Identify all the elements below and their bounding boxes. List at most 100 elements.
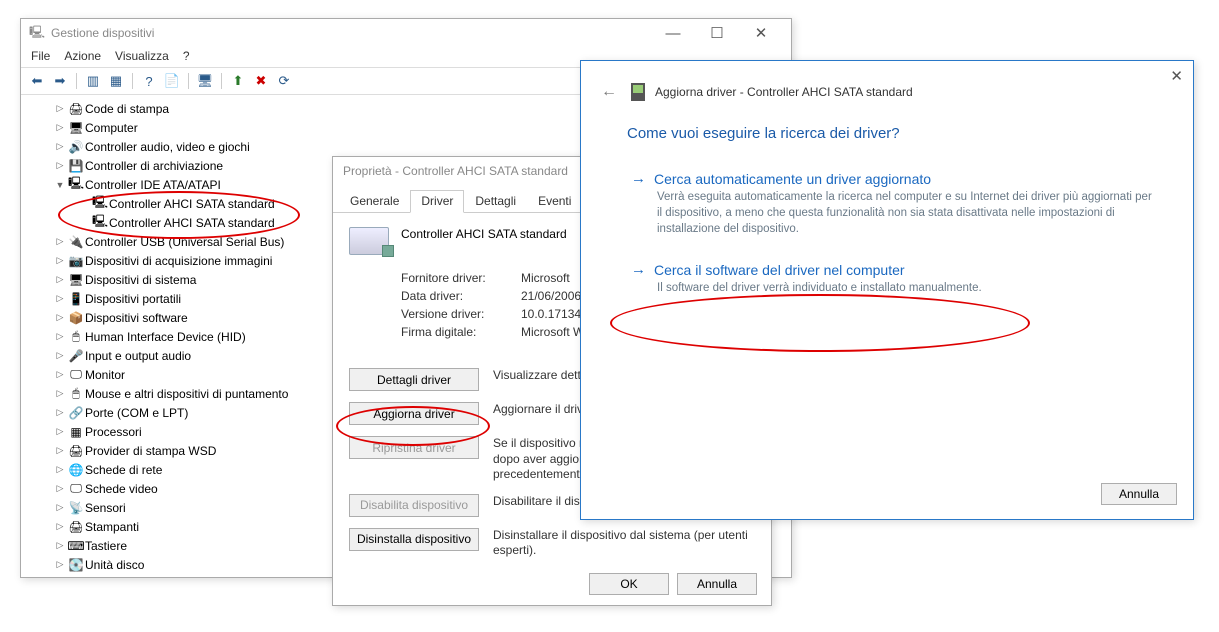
minimize-button[interactable]: — xyxy=(651,25,695,42)
provider-value: Microsoft xyxy=(521,271,570,285)
window-title: Gestione dispositivi xyxy=(51,26,651,40)
expand-icon[interactable]: ▷ xyxy=(53,312,67,323)
date-label: Data driver: xyxy=(401,289,521,303)
expand-icon[interactable]: ▷ xyxy=(53,331,67,342)
driver-details-button[interactable]: Dettagli driver xyxy=(349,368,479,391)
tree-label: Controller audio, video e giochi xyxy=(85,140,250,154)
menu-file[interactable]: File xyxy=(31,49,50,63)
tree-label: Processori xyxy=(85,425,142,439)
back-icon[interactable]: ← xyxy=(601,83,617,101)
category-icon: 🖥 xyxy=(67,121,85,135)
back-icon[interactable]: ⬅ xyxy=(27,71,47,91)
close-icon[interactable]: ✕ xyxy=(1170,67,1183,85)
version-label: Versione driver: xyxy=(401,307,521,321)
help-icon[interactable]: ? xyxy=(139,71,159,91)
cancel-button[interactable]: Annulla xyxy=(1101,483,1177,505)
expand-icon[interactable]: ▷ xyxy=(53,274,67,285)
rollback-driver-button[interactable]: Ripristina driver xyxy=(349,436,479,459)
ok-button[interactable]: OK xyxy=(589,573,669,595)
maximize-button[interactable]: ☐ xyxy=(695,24,739,42)
tree-label: Sensori xyxy=(85,501,126,515)
expand-icon[interactable]: ▷ xyxy=(53,521,67,532)
category-icon: 🖨 xyxy=(67,102,85,116)
category-icon: 🖨 xyxy=(67,520,85,534)
tree-label: Computer xyxy=(85,121,138,135)
tab-events[interactable]: Eventi xyxy=(527,190,582,213)
expand-icon[interactable]: ▷ xyxy=(53,426,67,437)
update-icon[interactable]: ⬆ xyxy=(228,71,248,91)
menu-view[interactable]: Visualizza xyxy=(115,49,169,63)
category-icon: 🔗 xyxy=(67,406,85,420)
expand-icon[interactable]: ▷ xyxy=(53,483,67,494)
menu-help[interactable]: ? xyxy=(183,49,190,63)
tree-label: Schede di rete xyxy=(85,463,162,477)
close-button[interactable]: ✕ xyxy=(739,24,783,42)
expand-icon[interactable]: ▷ xyxy=(53,141,67,152)
option-browse-computer[interactable]: →Cerca il software del driver nel comput… xyxy=(631,261,1153,296)
expand-icon[interactable]: ▷ xyxy=(53,236,67,247)
tab-general[interactable]: Generale xyxy=(339,190,410,213)
properties-icon[interactable]: 📄 xyxy=(162,71,182,91)
device-icon: 🖳 xyxy=(91,212,109,233)
uninstall-icon[interactable]: ✖ xyxy=(251,71,271,91)
option-auto-search[interactable]: →Cerca automaticamente un driver aggiorn… xyxy=(631,170,1153,237)
device-icon xyxy=(349,227,389,255)
wizard-question: Come vuoi eseguire la ricerca dei driver… xyxy=(581,111,1193,146)
tree-label: Mouse e altri dispositivi di puntamento xyxy=(85,387,288,401)
scan-icon[interactable]: 🖥 xyxy=(195,71,215,91)
category-icon: 🖨 xyxy=(67,444,85,458)
expand-icon[interactable]: ▷ xyxy=(53,160,67,171)
arrow-icon: → xyxy=(631,170,646,187)
category-icon: 🔌 xyxy=(67,235,85,249)
device-name: Controller AHCI SATA standard xyxy=(401,227,567,255)
tab-driver[interactable]: Driver xyxy=(410,190,464,213)
tree-label: Provider di stampa WSD xyxy=(85,444,216,458)
expand-icon[interactable]: ▷ xyxy=(53,464,67,475)
menu-action[interactable]: Azione xyxy=(64,49,101,63)
uninstall-device-desc: Disinstallare il dispositivo dal sistema… xyxy=(493,528,755,559)
tab-details[interactable]: Dettagli xyxy=(464,190,527,213)
category-icon: 🖱 xyxy=(67,329,85,344)
expand-icon[interactable]: ▷ xyxy=(53,122,67,133)
update-driver-button[interactable]: Aggiorna driver xyxy=(349,402,479,425)
expand-icon[interactable]: ▷ xyxy=(53,559,67,570)
expand-icon[interactable]: ▼ xyxy=(53,180,67,190)
refresh-icon[interactable]: ⟳ xyxy=(274,71,294,91)
category-icon: 🖵 xyxy=(67,367,85,382)
option-auto-desc: Verrà eseguita automaticamente la ricerc… xyxy=(657,189,1153,237)
date-value: 21/06/2006 xyxy=(521,289,581,303)
expand-icon[interactable]: ▷ xyxy=(53,502,67,513)
show-hidden-icon[interactable]: ▥ xyxy=(83,71,103,91)
category-icon: 🌐 xyxy=(67,463,85,477)
tree-label: Controller AHCI SATA standard xyxy=(109,197,275,211)
option-browse-title: Cerca il software del driver nel compute… xyxy=(654,262,905,278)
forward-icon[interactable]: ➡ xyxy=(50,71,70,91)
view-icon[interactable]: ▦ xyxy=(106,71,126,91)
category-icon: 📷 xyxy=(67,254,85,268)
category-icon: ⌨ xyxy=(67,539,85,553)
update-driver-wizard: ✕ ← Aggiorna driver - Controller AHCI SA… xyxy=(580,60,1194,520)
tree-label: Human Interface Device (HID) xyxy=(85,330,246,344)
expand-icon[interactable]: ▷ xyxy=(53,255,67,266)
tree-label: Dispositivi software xyxy=(85,311,188,325)
provider-label: Fornitore driver: xyxy=(401,271,521,285)
wizard-breadcrumb: Aggiorna driver - Controller AHCI SATA s… xyxy=(655,85,913,99)
expand-icon[interactable]: ▷ xyxy=(53,445,67,456)
device-icon xyxy=(631,83,645,101)
disable-device-button[interactable]: Disabilita dispositivo xyxy=(349,494,479,517)
expand-icon[interactable]: ▷ xyxy=(53,407,67,418)
expand-icon[interactable]: ▷ xyxy=(53,369,67,380)
category-icon: 🖳 xyxy=(67,174,85,195)
cancel-button[interactable]: Annulla xyxy=(677,573,757,595)
tree-label: Dispositivi di acquisizione immagini xyxy=(85,254,272,268)
category-icon: 🖵 xyxy=(67,481,85,496)
uninstall-device-button[interactable]: Disinstalla dispositivo xyxy=(349,528,479,551)
tree-label: Schede video xyxy=(85,482,158,496)
expand-icon[interactable]: ▷ xyxy=(53,540,67,551)
expand-icon[interactable]: ▷ xyxy=(53,388,67,399)
expand-icon[interactable]: ▷ xyxy=(53,293,67,304)
expand-icon[interactable]: ▷ xyxy=(53,350,67,361)
category-icon: 🖱 xyxy=(67,386,85,401)
tree-label: Monitor xyxy=(85,368,125,382)
expand-icon[interactable]: ▷ xyxy=(53,103,67,114)
